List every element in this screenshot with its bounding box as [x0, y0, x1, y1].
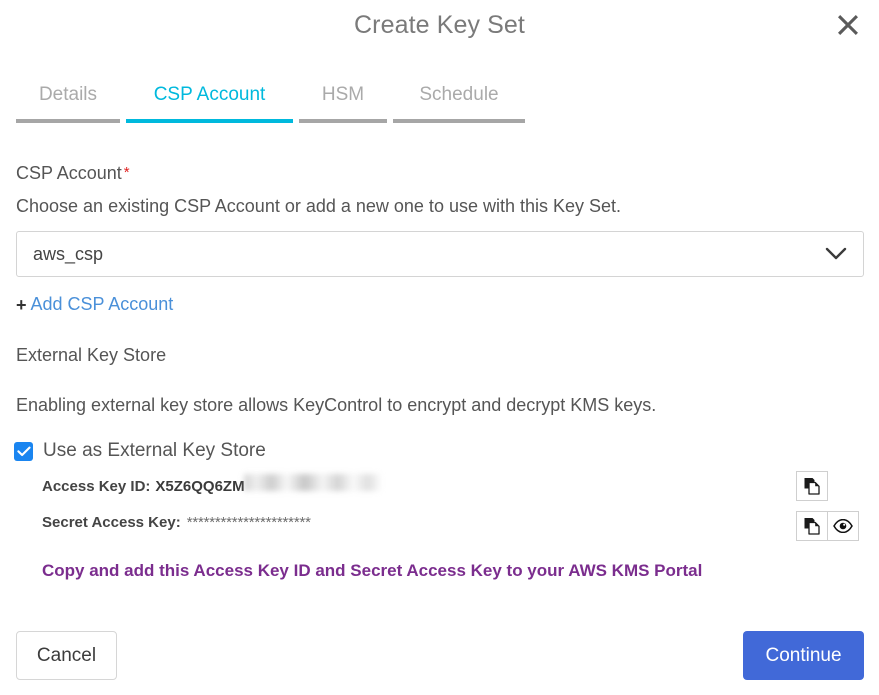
csp-account-label-text: CSP Account [16, 163, 122, 183]
tab-schedule-underline [393, 119, 525, 123]
chevron-down-icon [825, 247, 847, 261]
required-marker: * [123, 164, 130, 181]
plus-icon: + [16, 294, 27, 315]
add-csp-account-button[interactable]: + Add CSP Account [16, 294, 173, 315]
eye-icon [833, 519, 853, 533]
tab-hsm[interactable]: HSM [299, 82, 387, 123]
tab-bar: Details CSP Account HSM Schedule [16, 82, 531, 123]
secret-access-key-label: Secret Access Key: [42, 514, 181, 531]
tab-details-label: Details [38, 84, 98, 105]
access-key-id-label: Access Key ID: [42, 478, 151, 495]
tab-csp-account[interactable]: CSP Account [126, 82, 293, 123]
tab-schedule-label: Schedule [419, 84, 499, 105]
continue-button[interactable]: Continue [743, 631, 864, 680]
close-button[interactable] [831, 8, 865, 42]
tab-csp-account-underline [126, 119, 293, 123]
aws-kms-portal-notice: Copy and add this Access Key ID and Secr… [42, 561, 703, 580]
external-key-store-description: Enabling external key store allows KeyCo… [16, 395, 657, 415]
add-csp-account-label: Add CSP Account [30, 294, 174, 314]
copy-icon [803, 517, 821, 535]
copy-secret-access-key-button[interactable] [796, 511, 828, 541]
csp-account-select[interactable]: aws_csp [16, 231, 864, 277]
csp-account-help-text: Choose an existing CSP Account or add a … [16, 196, 622, 216]
access-key-id-row: Access Key ID: X5Z6QQ6ZM [42, 474, 382, 495]
copy-access-key-id-button[interactable] [796, 471, 828, 501]
tab-hsm-label: HSM [321, 84, 365, 105]
tab-details[interactable]: Details [16, 82, 120, 123]
cancel-button[interactable]: Cancel [16, 631, 117, 680]
access-key-id-value: X5Z6QQ6ZM [155, 478, 245, 495]
page-title: Create Key Set [354, 11, 525, 39]
secret-access-key-value: ********************** [186, 514, 311, 531]
close-icon [837, 14, 859, 36]
copy-icon [803, 477, 821, 495]
tab-details-underline [16, 119, 120, 123]
csp-account-selected-value: aws_csp [33, 243, 104, 264]
access-key-id-redacted-overlay [243, 474, 382, 491]
use-as-external-key-store-checkbox[interactable]: Use as External Key Store [14, 440, 266, 462]
tab-hsm-underline [299, 119, 387, 123]
use-as-external-key-store-label: Use as External Key Store [43, 440, 266, 461]
checkbox-checked-icon [14, 441, 33, 461]
tab-schedule[interactable]: Schedule [393, 82, 525, 123]
external-key-store-heading: External Key Store [16, 345, 167, 365]
show-secret-access-key-button[interactable] [827, 511, 859, 541]
secret-access-key-row: Secret Access Key: *********************… [42, 514, 311, 531]
dialog-header: Create Key Set [0, 0, 879, 56]
tab-csp-account-label: CSP Account [153, 84, 266, 105]
csp-account-label: CSP Account * [16, 163, 130, 184]
